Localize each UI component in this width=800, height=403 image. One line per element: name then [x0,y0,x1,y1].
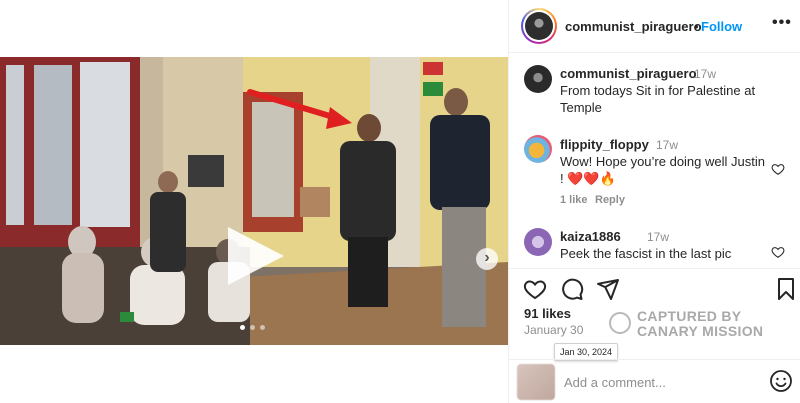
comment-time[interactable]: 17w [656,138,678,152]
comment-likes[interactable]: 1 like [560,194,588,206]
emoji-icon[interactable] [769,369,793,393]
next-arrow-icon[interactable]: › [476,248,498,270]
bookmark-icon[interactable] [774,277,798,301]
header-separator: • [694,19,699,34]
comment-icon[interactable] [560,277,584,301]
canary-mission-watermark: CAPTURED BY CANARY MISSION [609,308,769,342]
comment-text: Wow! Hope you’re doing well Justin [560,154,765,169]
comment-avatar[interactable] [524,135,552,163]
carousel-indicator [240,325,265,330]
author-username[interactable]: communist_piraguero [565,19,702,34]
action-bar [509,268,800,308]
comment-avatar[interactable] [524,65,552,93]
canary-logo-icon [609,312,631,334]
comment-input[interactable] [564,372,754,392]
video-frame [0,57,508,345]
heart-icon[interactable] [523,277,547,301]
reply-button[interactable]: Reply [595,194,625,206]
comment-time[interactable]: 17w [694,67,716,81]
comment-username[interactable]: flippity_floppy [560,137,649,152]
more-options-icon[interactable]: ••• [772,14,792,32]
likes-count[interactable]: 91 likes [524,306,571,321]
comment-username[interactable]: kaiza1886 [560,229,621,244]
author-avatar[interactable] [521,8,557,44]
carousel-dot [240,325,245,330]
post-sidebar: communist_piraguero • Follow ••• communi… [508,0,800,403]
comment-text: ! ❤️❤️🔥 [560,171,616,186]
heart-icon[interactable] [771,245,785,259]
comment-avatar[interactable] [524,228,552,256]
comment-username[interactable]: communist_piraguero [560,66,697,81]
carousel-dot [250,325,255,330]
carousel-dot [260,325,265,330]
comment-time[interactable]: 17w [647,230,669,244]
comment-text: From todays Sit in for Palestine at [560,83,756,98]
play-icon[interactable] [228,227,284,285]
comment-text: Temple [560,100,602,115]
post-header: communist_piraguero • Follow ••• [509,0,800,53]
comment-list[interactable]: communist_piraguero 17w From todays Sit … [509,53,800,263]
current-user-avatar [517,364,555,400]
post-media[interactable]: › [0,57,508,345]
share-icon[interactable] [596,277,620,301]
follow-button[interactable]: Follow [701,19,742,34]
comment-composer [509,359,800,403]
comment-text: Peek the fascist in the last pic [560,246,732,261]
post-date[interactable]: January 30 [524,323,583,337]
heart-icon[interactable] [771,162,785,176]
